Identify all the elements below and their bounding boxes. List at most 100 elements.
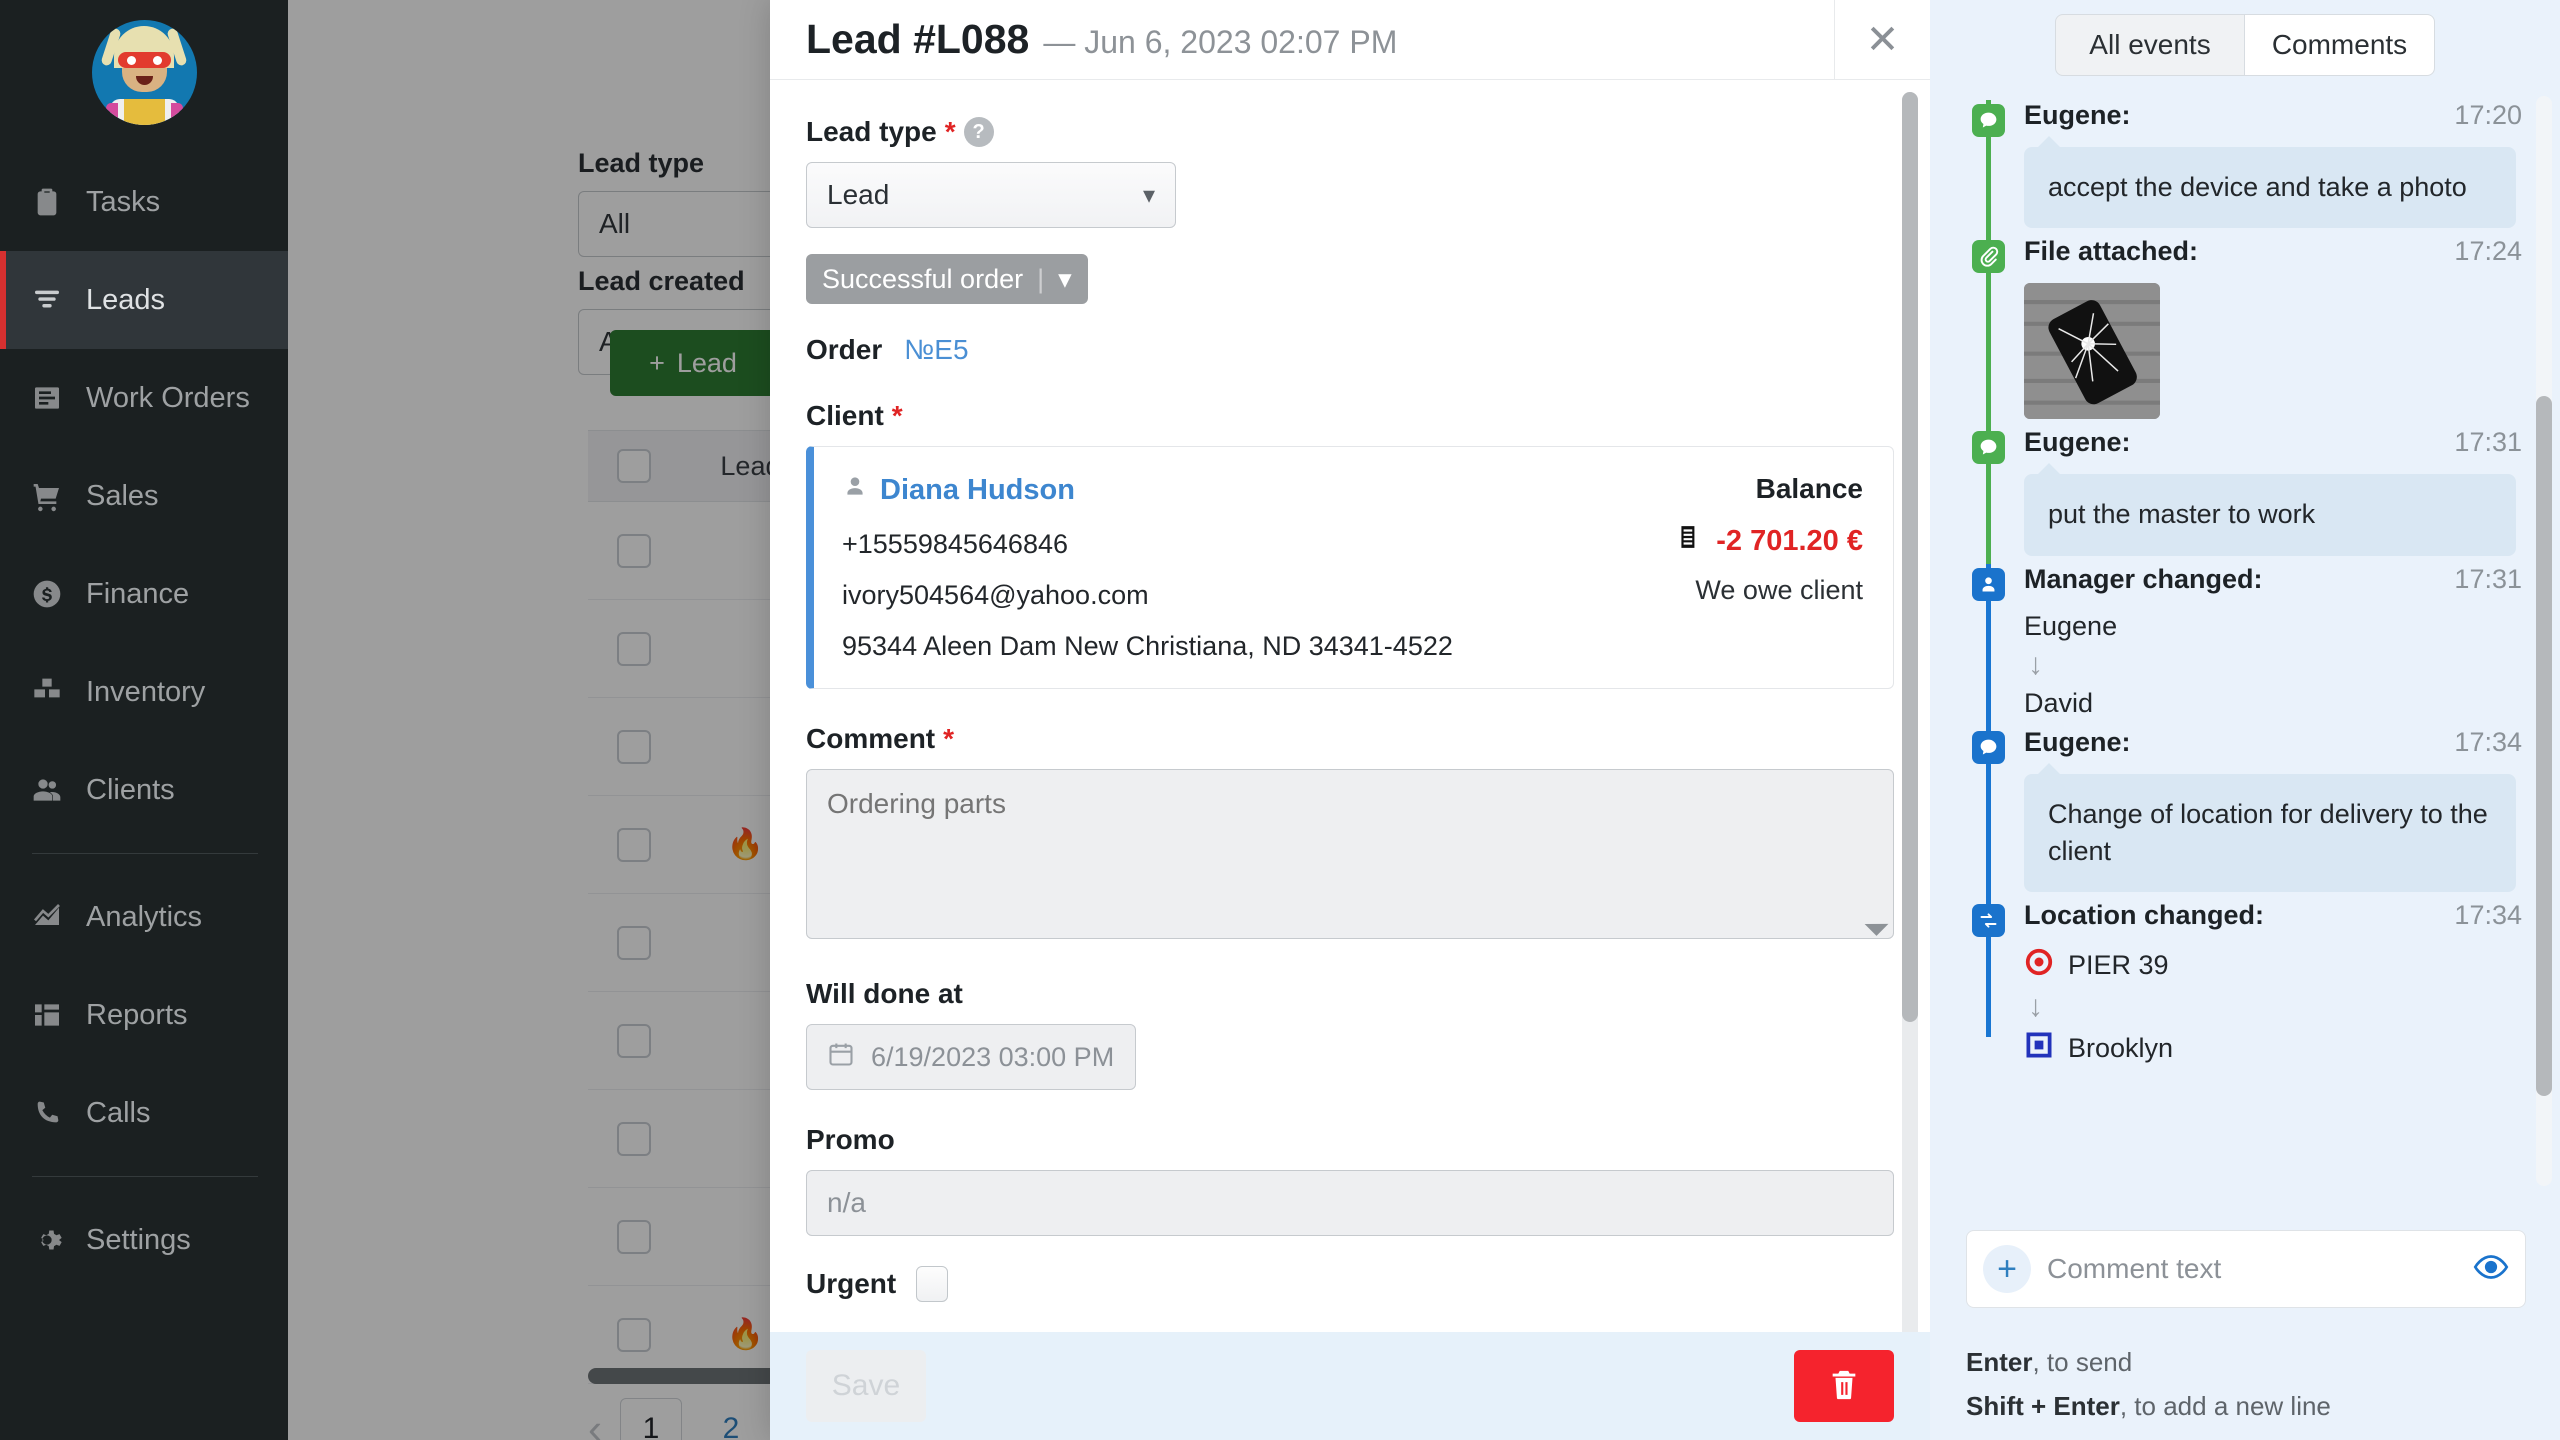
sidebar-item-leads[interactable]: Leads [0, 251, 288, 349]
events-scrollbar[interactable] [2536, 96, 2552, 1186]
add-lead-button[interactable]: + Lead [610, 330, 776, 396]
event-header: Eugene: 17:34 [2024, 727, 2522, 758]
events-timeline: Eugene: 17:20 accept the device and take a… [1972, 100, 2522, 1075]
comment-icon [1972, 104, 2005, 137]
event-header: Manager changed: 17:31 [2024, 564, 2522, 595]
event-title: File attached: [2024, 236, 2199, 267]
select-all-checkbox[interactable] [617, 449, 651, 483]
person-icon [842, 473, 868, 507]
sidebar-item-calls[interactable]: Calls [0, 1064, 288, 1162]
delete-button[interactable] [1794, 1350, 1894, 1422]
comment-textarea[interactable] [806, 769, 1894, 939]
lead-type-field-label: Lead type * ? [806, 116, 1894, 148]
event-time: 17:34 [2454, 900, 2522, 930]
will-done-at-input[interactable]: 6/19/2023 03:00 PM [806, 1024, 1136, 1090]
close-icon[interactable]: ✕ [1834, 0, 1930, 80]
client-phone: +15559845646846 [842, 529, 1068, 559]
row-checkbox[interactable] [617, 1121, 651, 1156]
lead-type-select[interactable]: Lead ▾ [806, 162, 1176, 228]
status-badge[interactable]: Successful order | ▾ [806, 254, 1088, 304]
row-checkbox[interactable] [617, 1219, 651, 1254]
sidebar-item-work-orders[interactable]: Work Orders [0, 349, 288, 447]
timeline-event: Eugene: 17:31 put the master to work [1972, 427, 2522, 564]
swap-icon [1972, 904, 2005, 937]
sidebar-item-label: Finance [86, 577, 190, 610]
event-time: 17:31 [2454, 563, 2522, 594]
sidebar-divider-2 [32, 1176, 258, 1177]
page-2-button[interactable]: 2 [700, 1398, 762, 1440]
sidebar-item-inventory[interactable]: Inventory [0, 643, 288, 741]
event-time: 17:31 [2454, 427, 2522, 458]
tab-all-events[interactable]: All events [2055, 14, 2245, 76]
sidebar-item-label: Tasks [86, 185, 161, 218]
prev-page-button[interactable]: ‹ [588, 1408, 602, 1440]
comment-input-bar[interactable]: + Comment text [1966, 1230, 2526, 1308]
sidebar-item-finance[interactable]: Finance [0, 545, 288, 643]
row-checkbox-cell[interactable] [588, 1317, 680, 1352]
row-checkbox[interactable] [617, 1023, 651, 1058]
client-details: Diana Hudson +15559845646846 ivory504564… [842, 473, 1583, 662]
comment-field-wrap: ◢ [806, 769, 1894, 944]
eye-icon[interactable] [2473, 1249, 2509, 1290]
sidebar-item-label: Reports [86, 998, 188, 1031]
sidebar-item-reports[interactable]: Reports [0, 966, 288, 1064]
required-marker: * [891, 400, 903, 431]
event-time: 17:34 [2454, 726, 2522, 757]
comment-input[interactable]: Comment text [2047, 1253, 2457, 1285]
client-label-text: Client [806, 400, 884, 431]
row-checkbox-cell[interactable] [588, 1219, 680, 1254]
page-1-button[interactable]: 1 [620, 1398, 682, 1440]
plus-icon[interactable]: + [1983, 1245, 2031, 1293]
row-checkbox-cell[interactable] [588, 1023, 680, 1058]
row-checkbox[interactable] [617, 925, 651, 960]
chevron-down-icon: ▾ [1142, 181, 1155, 209]
select-all-cell[interactable] [588, 449, 680, 483]
sidebar-item-analytics[interactable]: Analytics [0, 868, 288, 966]
arrow-down-icon: ↓ [2028, 990, 2043, 1023]
row-checkbox[interactable] [617, 1317, 651, 1352]
phone-icon [30, 1096, 64, 1130]
avatar[interactable] [91, 20, 197, 125]
modal-scrollbar[interactable] [1902, 92, 1918, 1332]
row-checkbox-cell[interactable] [588, 1121, 680, 1156]
change-from: PIER 39 [2024, 947, 2522, 984]
save-button[interactable]: Save [806, 1350, 926, 1422]
sidebar-item-sales[interactable]: Sales [0, 447, 288, 545]
sidebar-item-tasks[interactable]: Tasks [0, 153, 288, 251]
promo-input[interactable]: n/a [806, 1170, 1894, 1236]
sidebar-item-label: Analytics [86, 900, 203, 933]
row-checkbox-cell[interactable] [588, 533, 680, 568]
row-checkbox-cell[interactable] [588, 631, 680, 666]
row-checkbox-cell[interactable] [588, 729, 680, 764]
sidebar-item-clients[interactable]: Clients [0, 741, 288, 839]
client-card: Diana Hudson +15559845646846 ivory504564… [806, 446, 1894, 689]
event-bubble: accept the device and take a photo [2024, 135, 2516, 229]
table-icon [30, 998, 64, 1032]
sidebar-item-label: Leads [86, 283, 166, 316]
chart-area-icon [30, 900, 64, 934]
tab-comments[interactable]: Comments [2245, 14, 2435, 76]
balance-note: We owe client [1695, 575, 1863, 605]
row-checkbox[interactable] [617, 631, 651, 666]
row-checkbox-cell[interactable] [588, 827, 680, 862]
row-checkbox-cell[interactable] [588, 925, 680, 960]
change-to: David [2024, 687, 2094, 718]
urgent-checkbox[interactable] [916, 1266, 949, 1302]
sidebar-divider [32, 853, 258, 854]
lead-type-label-text: Lead type [806, 116, 937, 147]
event-title: Eugene: [2024, 100, 2131, 130]
order-link[interactable]: №E5 [904, 334, 968, 366]
question-icon[interactable]: ? [963, 117, 994, 147]
lead-detail-modal: Lead #L088 — Jun 6, 2023 02:07 PM ✕ Lead… [770, 0, 1930, 1440]
cracked-phone-photo[interactable] [2024, 283, 2160, 420]
chevron-down-icon[interactable]: ▾ [1058, 264, 1072, 295]
event-title: Eugene: [2024, 726, 2131, 757]
row-checkbox[interactable] [617, 533, 651, 568]
row-checkbox[interactable] [617, 729, 651, 764]
timeline-event: Eugene: 17:20 accept the device and take a… [1972, 100, 2522, 237]
row-checkbox[interactable] [617, 827, 651, 862]
sidebar-item-settings[interactable]: Settings [0, 1191, 288, 1289]
urgent-label: Urgent [806, 1268, 896, 1300]
client-name-row[interactable]: Diana Hudson [842, 473, 1583, 507]
event-title: Manager changed: [2024, 563, 2263, 594]
